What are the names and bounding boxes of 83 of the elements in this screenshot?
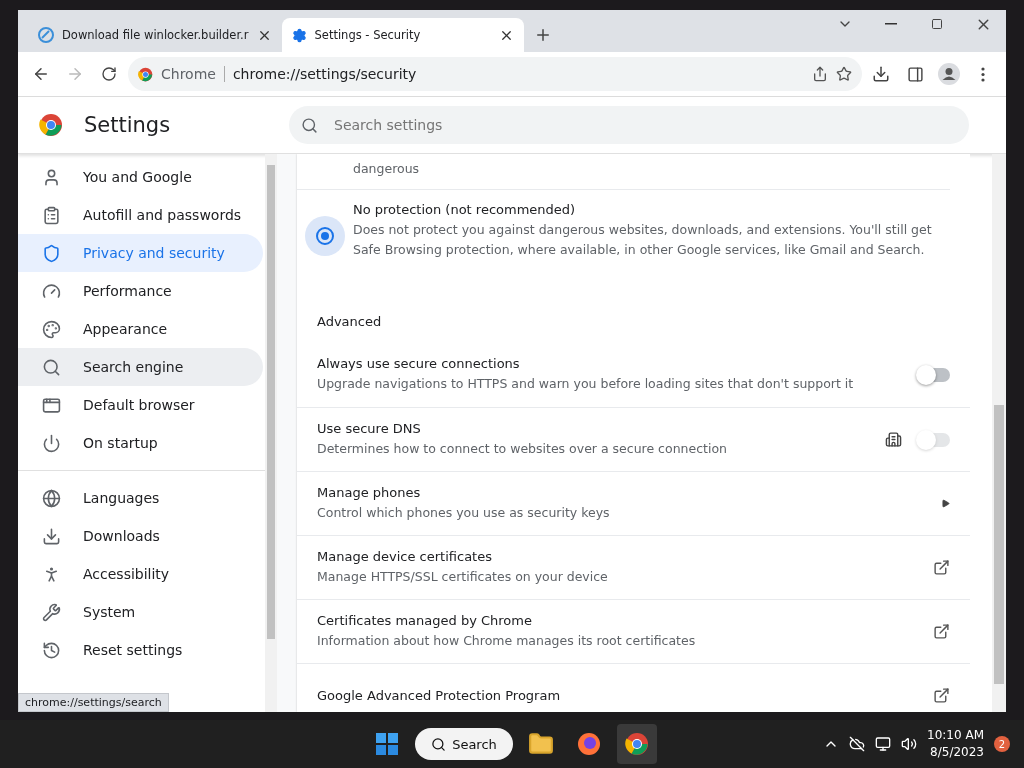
setting-description: dangerous [353, 161, 420, 176]
side-panel-icon [906, 65, 924, 83]
sidebar-item[interactable]: System [18, 593, 263, 631]
setting-title: Manage device certificates [317, 548, 493, 564]
forward-arrow-icon [66, 65, 84, 83]
chrome-site-icon [138, 66, 153, 82]
sidebar-item[interactable]: You and Google [18, 158, 263, 196]
browser-tab[interactable]: Download file winlocker.builder.r [28, 18, 282, 52]
address-bar[interactable]: Chrome chrome://settings/security [128, 57, 862, 91]
setting-title: Always use secure connections [317, 356, 521, 371]
section-heading: Advanced [316, 313, 383, 331]
browser-tab[interactable]: Settings - Security [281, 18, 524, 52]
tab-title: Settings - Security [314, 28, 422, 42]
sidebar-item[interactable]: Appearance [18, 310, 263, 348]
power-icon [42, 433, 61, 453]
setting-title: Certificates managed by Chrome [317, 612, 533, 628]
folder-icon [528, 731, 554, 757]
speaker-icon[interactable] [901, 736, 918, 752]
sidebar-item[interactable]: Performance [18, 272, 263, 310]
setting-title: Manage phones [317, 484, 422, 500]
chrome-app[interactable] [617, 724, 657, 764]
gear-icon [291, 27, 307, 43]
scrollbar[interactable] [265, 154, 277, 712]
clock[interactable]: 10:10 AM 8/5/2023 [927, 727, 984, 761]
network-icon[interactable] [875, 736, 892, 752]
sidebar-item[interactable]: On startup [18, 424, 263, 462]
sidebar-item[interactable]: Downloads [18, 517, 263, 555]
globe-icon [42, 488, 61, 508]
download-icon [872, 65, 890, 83]
setting-description: Information about how Chrome manages its root certificates [317, 631, 697, 650]
sidebar-item[interactable]: Languages [18, 479, 263, 517]
share-icon[interactable] [812, 66, 828, 82]
reload-icon [101, 66, 117, 82]
chrome-logo-icon [39, 113, 63, 137]
history-icon [42, 640, 61, 660]
bookmark-star-icon[interactable] [836, 66, 852, 82]
fox-logo-icon [577, 732, 601, 756]
arrow-right-icon[interactable] [941, 499, 950, 508]
palette-icon [42, 319, 61, 339]
search-bar[interactable]: Search settings [289, 106, 969, 144]
chrome-icon [625, 732, 649, 756]
search-field[interactable]: Search settings [332, 116, 957, 134]
toggle-switch[interactable] [918, 368, 950, 382]
sidebar-item[interactable]: Reset settings [18, 631, 263, 669]
browser-window-icon [42, 395, 61, 415]
gauge-icon [42, 281, 61, 301]
sidebar-item[interactable]: Search engine [18, 348, 263, 386]
taskbar-search[interactable]: Search [415, 728, 513, 760]
sidebar-item[interactable]: Privacy and security [18, 234, 263, 272]
swirl-logo-icon [38, 27, 54, 43]
setting-description: Does not protect you against dangerous websites, downloads, and extensions. You'll still get Safe Browsing protection, where available, in other Google services, like Gmail and Search. [353, 221, 933, 259]
download-icon [42, 526, 61, 546]
setting-description: Control which phones you use as security keys [317, 503, 611, 522]
search-icon [301, 116, 318, 134]
setting-description: Upgrade navigations to HTTPS and warn you before loading sites that don't support it [317, 375, 855, 393]
windows-logo-icon [376, 733, 398, 755]
setting-description: Manage HTTPS/SSL certificates on your device [317, 567, 609, 586]
person-icon [42, 167, 61, 187]
setting-description: Determines how to connect to websites over a secure connection [317, 439, 728, 458]
tab-title: Download file winlocker.builder.r [62, 28, 249, 42]
maximize-icon [931, 18, 943, 30]
clipboard-icon [42, 205, 61, 225]
setting-title: Google Advanced Protection Program [317, 688, 562, 703]
sidebar-item[interactable]: Accessibility [18, 555, 263, 593]
url-tooltip: chrome://settings/search [18, 693, 169, 712]
wrench-icon [42, 602, 61, 622]
minimize-icon [885, 23, 897, 25]
setting-title: Use secure DNS [317, 420, 422, 436]
menu-icon [981, 66, 985, 82]
shield-icon [42, 243, 61, 263]
sidebar-item[interactable]: Default browser [18, 386, 263, 424]
external-link-icon[interactable] [933, 623, 950, 640]
scrollbar[interactable] [992, 154, 1006, 712]
search-icon [431, 736, 447, 752]
external-link-icon[interactable] [933, 687, 950, 704]
search-icon [42, 357, 61, 377]
page-title: Settings [84, 113, 172, 137]
setting-title: No protection (not recommended) [353, 202, 577, 217]
sidebar-item[interactable]: Autofill and passwords [18, 196, 263, 234]
avatar-icon [938, 63, 960, 85]
external-link-icon[interactable] [933, 559, 950, 576]
radio-button[interactable] [316, 227, 334, 245]
cloud-off-icon[interactable] [849, 736, 866, 752]
